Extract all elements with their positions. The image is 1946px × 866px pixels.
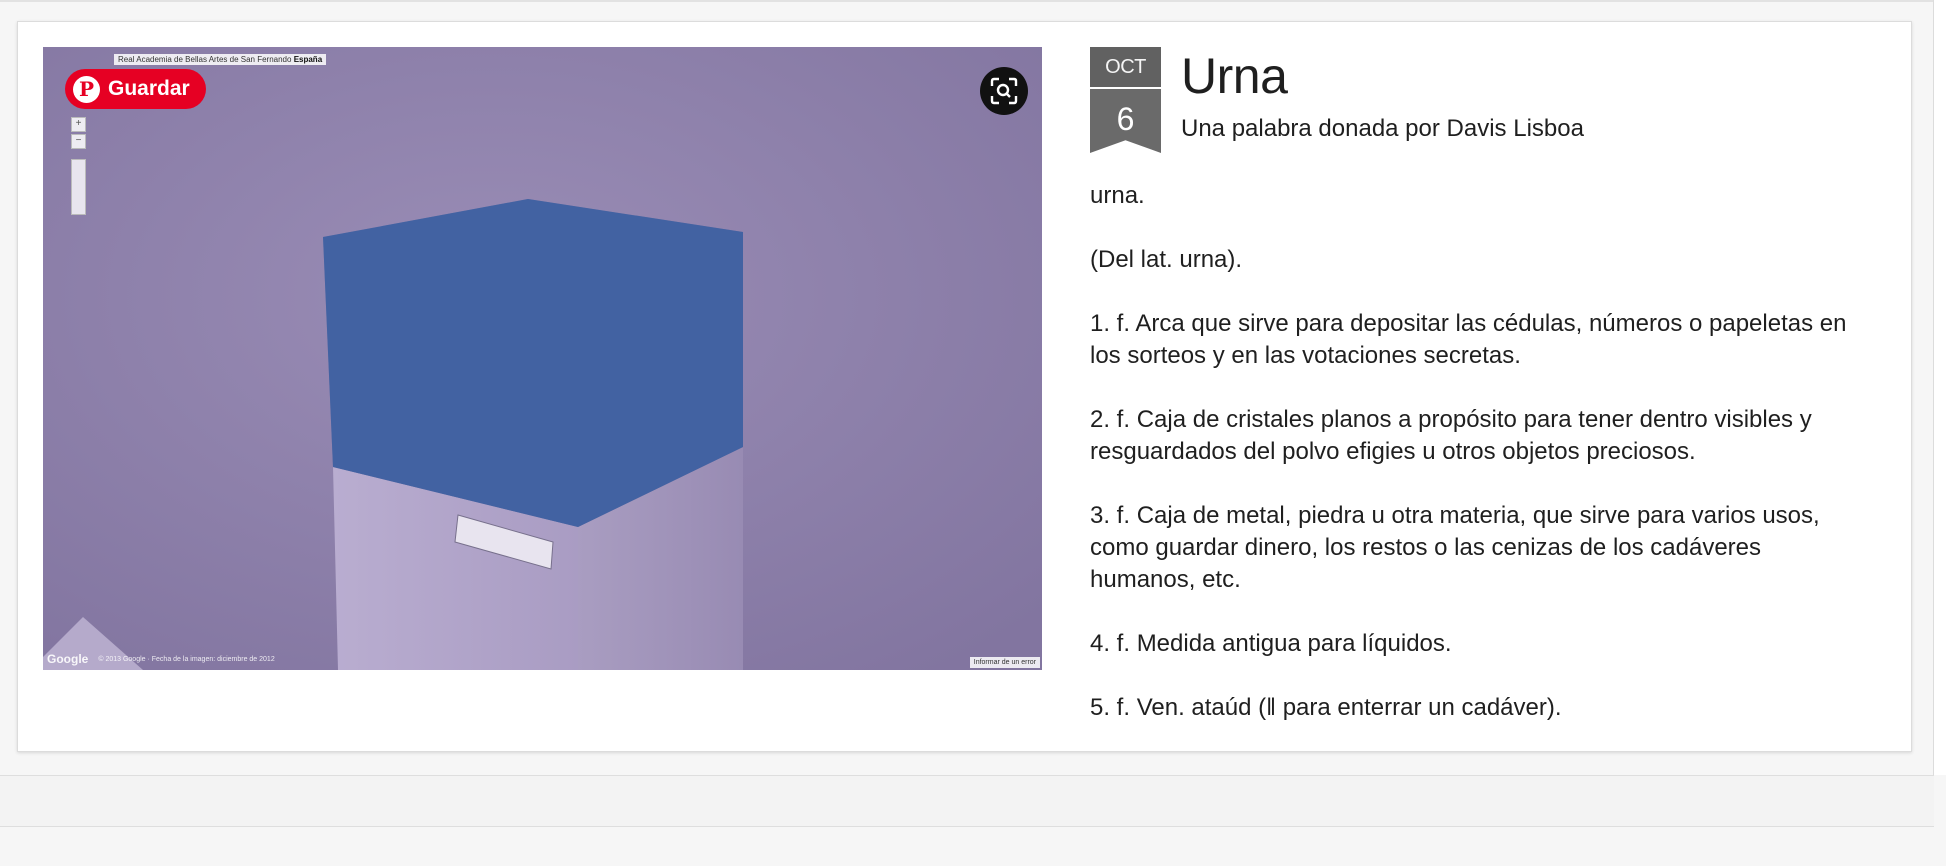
pinterest-logo-icon: P bbox=[73, 75, 100, 103]
zoom-out-icon[interactable]: − bbox=[71, 134, 86, 149]
pinterest-save-label: Guardar bbox=[108, 77, 190, 100]
date-month: OCT bbox=[1090, 47, 1161, 87]
paragraph-headword: urna. bbox=[1090, 182, 1145, 209]
report-error-link[interactable]: Informar de un error bbox=[969, 657, 1040, 668]
scrollbar[interactable] bbox=[1933, 0, 1946, 775]
visual-search-button[interactable] bbox=[980, 67, 1028, 115]
definition-3: 3. f. Caja de metal, piedra u otra mater… bbox=[1090, 502, 1820, 593]
post-body: urna. (Del lat. urna). 1. f. Arca que si… bbox=[1090, 180, 1870, 756]
streetview-location-label: Real Academia de Bellas Artes de San Fer… bbox=[114, 54, 327, 65]
definition-4: 4. f. Medida antigua para líquidos. bbox=[1090, 630, 1452, 657]
definition-2: 2. f. Caja de cristales planos a propósi… bbox=[1090, 406, 1812, 465]
visual-search-icon bbox=[990, 77, 1018, 105]
paragraph-etymology: (Del lat. urna). bbox=[1090, 246, 1243, 273]
google-logo: Google bbox=[47, 652, 89, 666]
post-title[interactable]: Urna bbox=[1181, 47, 1288, 105]
post-card: Real Academia de Bellas Artes de San Fer… bbox=[17, 21, 1912, 752]
zoom-in-icon[interactable]: + bbox=[71, 117, 86, 132]
date-badge: OCT 6 bbox=[1090, 47, 1161, 153]
zoom-slider[interactable] bbox=[71, 159, 86, 215]
streetview-copyright: © 2013 Google · Fecha de la imagen: dici… bbox=[98, 655, 275, 663]
definition-1: 1. f. Arca que sirve para depositar las … bbox=[1090, 310, 1847, 369]
post-subtitle: Una palabra donada por Davis Lisboa bbox=[1181, 115, 1584, 142]
streetview-zoom-controls[interactable]: + − bbox=[71, 117, 87, 215]
definition-5: 5. f. Ven. ataúd (‖ para enterrar un cad… bbox=[1090, 694, 1562, 721]
footer-band bbox=[0, 775, 1934, 827]
streetview-footer: Google © 2013 Google · Fecha de la image… bbox=[47, 652, 275, 666]
post-image[interactable]: Real Academia de Bellas Artes de San Fer… bbox=[43, 47, 1042, 670]
date-day: 6 bbox=[1090, 89, 1161, 153]
pinterest-save-button[interactable]: P Guardar bbox=[65, 69, 206, 109]
top-border bbox=[0, 0, 1934, 2]
urna-photo bbox=[43, 47, 1042, 670]
